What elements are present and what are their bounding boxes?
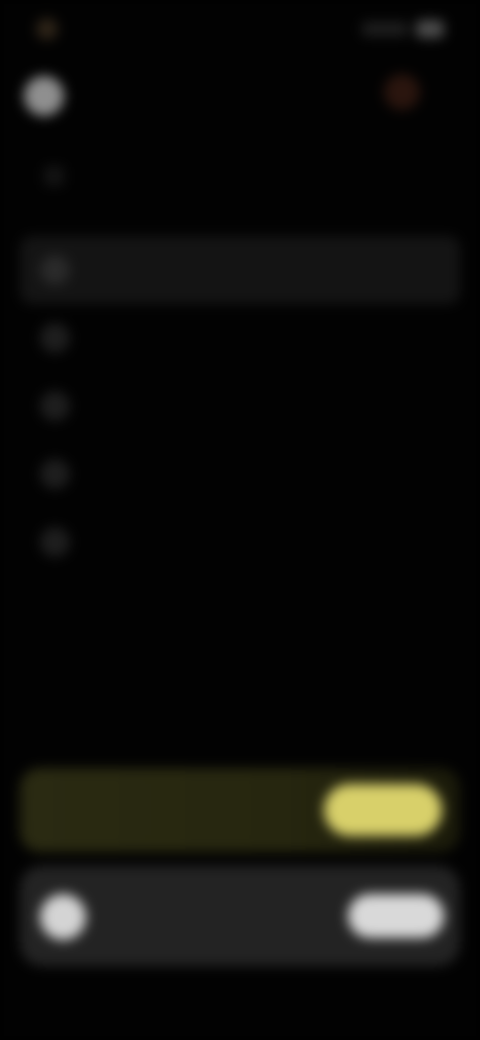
menu-item-1[interactable] [20, 236, 460, 304]
profile-header [20, 68, 460, 124]
status-left [36, 18, 68, 40]
menu-item-5[interactable] [20, 508, 460, 576]
menu-item-icon [40, 391, 70, 421]
battery-icon [416, 20, 444, 38]
menu-item-3[interactable] [20, 372, 460, 440]
app-dot-icon [36, 18, 58, 40]
back-arrow-icon[interactable] [44, 166, 64, 186]
menu-list [20, 236, 460, 576]
menu-item-4[interactable] [20, 440, 460, 508]
menu-item-icon [40, 459, 70, 489]
player-avatar-icon [40, 894, 86, 940]
avatar-icon[interactable] [24, 76, 64, 116]
menu-item-2[interactable] [20, 304, 460, 372]
app-screen [0, 0, 480, 1040]
signal-icon [362, 22, 408, 36]
promo-bar[interactable] [20, 768, 460, 852]
section-header [40, 156, 440, 196]
menu-item-icon [40, 527, 70, 557]
notification-icon[interactable] [384, 74, 420, 110]
menu-item-icon [40, 255, 70, 285]
status-right [362, 20, 444, 38]
player-bar[interactable] [20, 866, 460, 966]
status-bar [0, 0, 480, 60]
player-action-button[interactable] [348, 894, 444, 938]
promo-button[interactable] [324, 784, 442, 836]
menu-item-icon [40, 323, 70, 353]
